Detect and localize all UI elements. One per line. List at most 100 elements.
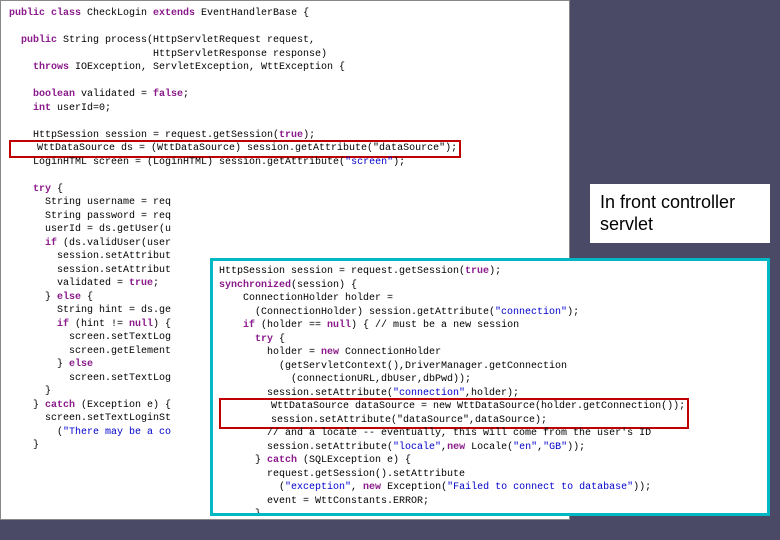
kw-boolean: boolean (9, 89, 75, 100)
txt: // and a locale -- eventually, this will… (219, 428, 651, 439)
kw-new2: new (447, 442, 465, 453)
txt: ,holder); (465, 388, 519, 399)
txt: screen.setTextLoginSt (9, 413, 171, 424)
txt: userId=0; (51, 103, 111, 114)
txt: } (9, 400, 45, 411)
txt: ; (153, 278, 159, 289)
txt: } (219, 455, 267, 466)
str: "connection" (495, 307, 567, 318)
highlighted-line-datasource: WttDataSource ds = (WttDataSource) sessi… (9, 140, 461, 158)
txt: , (351, 482, 363, 493)
txt: (session) { (291, 280, 357, 291)
kw-else: else (57, 292, 81, 303)
txt: { (81, 292, 93, 303)
kw-public: public class (9, 8, 81, 19)
kw-new: new (321, 347, 339, 358)
kw-true2: true (129, 278, 153, 289)
txt: ( (9, 427, 63, 438)
txt: } (9, 440, 39, 451)
txt: ); (393, 157, 405, 168)
txt: String password = req (9, 211, 171, 222)
txt: ConnectionHolder (339, 347, 441, 358)
txt: { (273, 334, 285, 345)
kw-catch2: catch (267, 455, 297, 466)
txt: IOException, ServletException, WttExcept… (69, 62, 345, 73)
txt: )); (567, 442, 585, 453)
txt: session.setAttribut (9, 251, 171, 262)
txt: ); (303, 130, 315, 141)
kw-try: try (9, 184, 51, 195)
txt: ); (489, 266, 501, 277)
txt: ( (219, 482, 285, 493)
txt: String hint = ds.ge (9, 305, 171, 316)
txt: Exception( (381, 482, 447, 493)
txt: HttpServletResponse response) (9, 49, 327, 60)
txt: String username = req (9, 197, 171, 208)
kw-extends: extends (153, 8, 195, 19)
txt: ) { // must be a new session (351, 320, 519, 331)
txt: (Exception e) { (75, 400, 171, 411)
kw-null: null (129, 319, 153, 330)
txt: String process(HttpServletRequest reques… (57, 35, 315, 46)
kw-new3: new (363, 482, 381, 493)
annotation-text: In front controller servlet (600, 192, 735, 234)
txt: } (9, 292, 57, 303)
txt: } (9, 359, 69, 370)
txt: ConnectionHolder holder = (219, 293, 393, 304)
txt: session.setAttribute( (219, 442, 393, 453)
highlighted-line-wttdatasource: WttDataSource dataSource = new WttDataSo… (219, 398, 689, 429)
str: "Failed to connect to database" (447, 482, 633, 493)
kw-null: null (327, 320, 351, 331)
txt: (getServletContext(),DriverManager.getCo… (219, 361, 567, 372)
kw-int: int (9, 103, 51, 114)
str: "exception" (285, 482, 351, 493)
kw: true (465, 266, 489, 277)
kw-catch: catch (45, 400, 75, 411)
kw-true: true (279, 130, 303, 141)
txt: (SQLException e) { (297, 455, 411, 466)
txt: session.setAttribute("dataSource",dataSo… (223, 415, 547, 426)
txt: (hint != (69, 319, 129, 330)
kw-try: try (219, 334, 273, 345)
txt: session.setAttribut (9, 265, 171, 276)
txt: validated = (9, 278, 129, 289)
txt: screen.setTextLog (9, 373, 171, 384)
kw-throws: throws (9, 62, 69, 73)
kw-else2: else (69, 359, 93, 370)
txt: holder = (219, 347, 321, 358)
code-panel-foreground: HttpSession session = request.getSession… (210, 258, 770, 516)
txt: WttDataSource dataSource = new WttDataSo… (223, 401, 685, 412)
txt: (ds.validUser(user (57, 238, 171, 249)
kw-if2: if (9, 319, 69, 330)
txt: LoginHTML screen = (LoginHTML) session.g… (9, 157, 345, 168)
txt: HttpSession session = request.getSession… (9, 130, 279, 141)
txt: screen.setTextLog (9, 332, 171, 343)
txt: session.setAttribute( (219, 388, 393, 399)
txt: validated = (75, 89, 153, 100)
annotation-label: In front controller servlet (590, 184, 770, 243)
kw-sync: synchronized (219, 280, 291, 291)
txt: ) { (153, 319, 171, 330)
str: "GB" (543, 442, 567, 453)
txt: { (51, 184, 63, 195)
str2: "There may be a co (63, 427, 171, 438)
txt: )); (633, 482, 651, 493)
txt: } (9, 386, 51, 397)
txt: EventHandlerBase { (195, 8, 309, 19)
txt: userId = ds.getUser(u (9, 224, 171, 235)
txt: (ConnectionHolder) session.getAttribute( (219, 307, 495, 318)
str: "en" (513, 442, 537, 453)
kw-false: false (153, 89, 183, 100)
str: "connection" (393, 388, 465, 399)
kw-if: if (219, 320, 255, 331)
kw-public2: public (9, 35, 57, 46)
str: "locale" (393, 442, 441, 453)
txt: CheckLogin (81, 8, 153, 19)
txt: event = WttConstants.ERROR; (219, 496, 429, 507)
kw-if: if (9, 238, 57, 249)
txt: ); (567, 307, 579, 318)
txt: request.getSession().setAttribute (219, 469, 465, 480)
txt: (holder == (255, 320, 327, 331)
txt: HttpSession session = request.getSession… (219, 266, 465, 277)
txt: } (219, 509, 261, 516)
